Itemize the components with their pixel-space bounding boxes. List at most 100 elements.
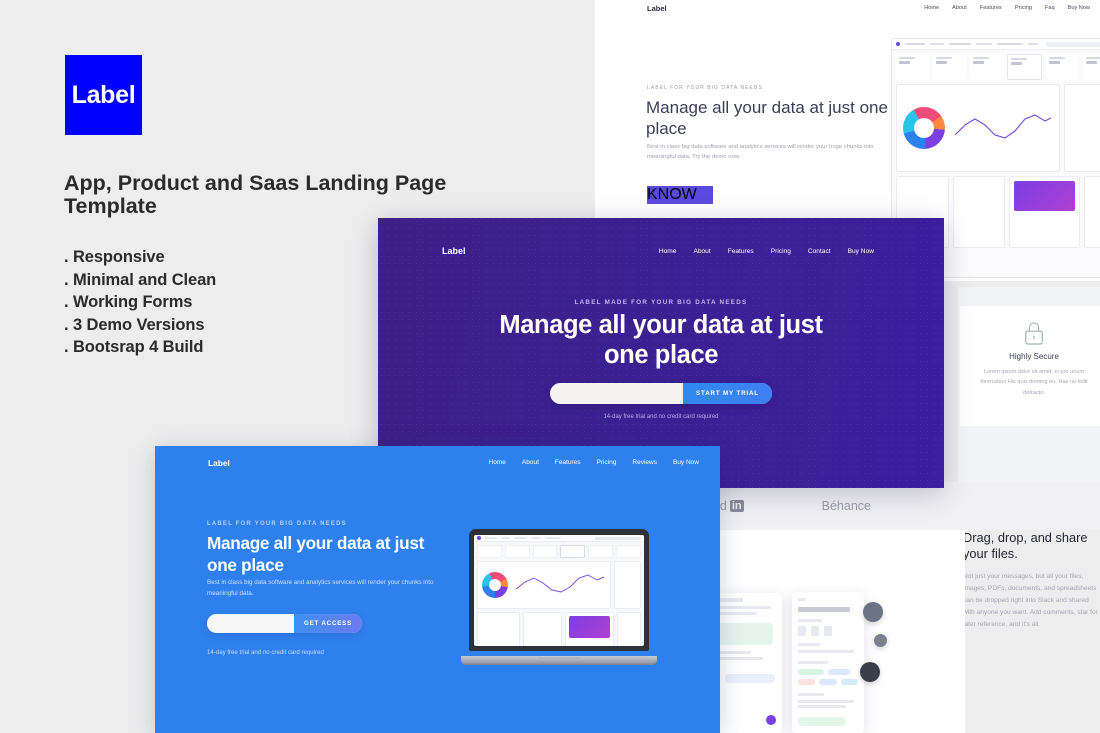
mini-bottom-row — [474, 612, 644, 646]
nav-item-pricing[interactable]: Pricing — [597, 459, 617, 466]
avatar — [874, 634, 887, 647]
kpi-card — [588, 545, 614, 558]
blue-hero-nav[interactable]: Home About Features Pricing Reviews Buy … — [489, 459, 699, 466]
email-input[interactable] — [550, 383, 683, 404]
nav-item-buy-now[interactable]: Buy Now — [848, 248, 874, 255]
email-input[interactable] — [207, 614, 294, 633]
avatar — [860, 662, 880, 682]
whitepage-headline: Manage all your data at just one place — [646, 98, 888, 139]
kpi-card — [896, 54, 929, 80]
whitepage-nav[interactable]: Home About Features Pricing Faq Buy Now — [924, 5, 1090, 11]
nav-item-home[interactable]: Home — [489, 459, 506, 466]
nav-item-buy-now[interactable]: Buy Now — [1068, 5, 1090, 11]
mini-topbar — [474, 535, 644, 542]
kpi-card — [477, 545, 502, 558]
drag-drop-title: Drag, drop, and share your files. — [963, 530, 1088, 561]
trial-signup-form[interactable]: START MY TRIAL — [550, 383, 772, 404]
purple-hero-headline: Manage all your data at just one place — [499, 311, 823, 369]
dashboard-topbar — [892, 39, 1100, 50]
calendar-card — [952, 176, 1006, 248]
credit-card-visual — [568, 616, 610, 638]
drag-drop-section: Drag, drop, and share your files. Not ju… — [963, 530, 1100, 631]
nav-item-reviews[interactable]: Reviews — [632, 459, 657, 466]
side-card — [1064, 84, 1100, 172]
nav-item-about[interactable]: About — [693, 248, 710, 255]
kpi-card — [1083, 54, 1100, 80]
access-signup-form[interactable]: GET ACCESS — [207, 614, 362, 633]
credit-cards-card — [1009, 176, 1080, 248]
stats-card — [616, 612, 641, 646]
behance-logo: Béhance — [821, 499, 871, 513]
kpi-card — [504, 545, 530, 558]
blue-hero-logo: Label — [208, 458, 230, 468]
blue-hero-card: Label Home About Features Pricing Review… — [155, 446, 720, 733]
kpi-card — [616, 545, 641, 558]
laptop-notch — [538, 657, 580, 660]
side-card — [614, 561, 641, 609]
credit-card-visual — [1014, 181, 1075, 211]
nav-item-buy-now[interactable]: Buy Now — [673, 459, 699, 466]
nav-item-home[interactable]: Home — [659, 248, 677, 255]
label-logo-badge: Label — [65, 55, 142, 135]
blue-hero-headline: Manage all your data at just one place — [207, 533, 425, 575]
screenshot-canvas: Label App, Product and Saas Landing Page… — [0, 0, 1100, 733]
dashboard-main-row — [892, 84, 1100, 176]
nav-item-contact[interactable]: Contact — [808, 248, 831, 255]
secure-copy: Lorem ipsum dolor sit amet, ei pro unum … — [980, 369, 1088, 396]
donut-chart — [482, 572, 508, 598]
label-logo-text: Label — [71, 80, 136, 109]
start-my-trial-button[interactable]: START MY TRIAL — [683, 383, 772, 404]
laptop-mockup — [461, 529, 657, 665]
get-access-button[interactable]: GET ACCESS — [294, 614, 362, 633]
nav-item-features[interactable]: Features — [728, 248, 754, 255]
chat-window-mockup — [712, 593, 782, 733]
mini-main-row — [474, 561, 644, 612]
nav-item-about[interactable]: About — [522, 459, 539, 466]
avatar — [863, 602, 883, 622]
kpi-card — [970, 54, 1003, 80]
blue-hero-note: 14-day free trial and no credit card req… — [207, 649, 324, 656]
stats-card — [1083, 176, 1100, 248]
highly-secure-card: Highly Secure Lorem ipsum dolor sit amet… — [960, 306, 1100, 426]
nav-item-home[interactable]: Home — [924, 5, 939, 11]
kpi-card — [560, 545, 586, 558]
whitepage-eyebrow: LABEL FOR YOUR BIG DATA NEEDS — [647, 85, 763, 91]
whitepage-subcopy: Best in class big data software and anal… — [647, 144, 874, 161]
recent-activities-card — [477, 612, 520, 646]
accounts-chart-card — [896, 84, 1060, 172]
kpi-card — [1007, 54, 1042, 80]
credit-cards-card — [564, 612, 614, 646]
secure-title: Highly Secure — [1009, 352, 1059, 361]
purple-hero-nav[interactable]: Home About Features Pricing Contact Buy … — [659, 248, 874, 255]
know-more-button[interactable]: KNOW MORE — [647, 186, 713, 204]
analytics-card — [477, 561, 611, 609]
calendar-card — [522, 612, 562, 646]
laptop-screen — [469, 529, 649, 651]
donut-chart — [903, 107, 945, 149]
project-card-mockup — [792, 592, 864, 733]
drag-drop-copy: Not just your messages, but all your fil… — [963, 573, 1098, 629]
lock-icon — [1025, 322, 1043, 345]
line-chart — [515, 574, 605, 593]
kpi-card — [1046, 54, 1079, 80]
kpi-card — [532, 545, 558, 558]
purple-hero-logo: Label — [442, 246, 466, 256]
kpi-card — [933, 54, 966, 80]
nav-item-features[interactable]: Features — [555, 459, 581, 466]
line-chart — [954, 114, 1052, 139]
purple-hero-eyebrow: LABEL MADE FOR YOUR BIG DATA NEEDS — [574, 299, 748, 306]
nav-item-faq[interactable]: Faq — [1045, 5, 1055, 11]
mini-kpi-row — [474, 542, 644, 561]
nav-item-features[interactable]: Features — [980, 5, 1002, 11]
nav-item-pricing[interactable]: Pricing — [1015, 5, 1032, 11]
whitepage-logo: Label — [647, 4, 667, 13]
compose-button[interactable] — [766, 715, 776, 725]
nav-item-pricing[interactable]: Pricing — [771, 248, 791, 255]
nav-item-about[interactable]: About — [952, 5, 967, 11]
page-title: App, Product and Saas Landing Page Templ… — [64, 171, 447, 219]
dashboard-logo-icon — [896, 42, 900, 46]
dashboard-kpi-row — [892, 50, 1100, 84]
linkedin-in-icon: in — [729, 500, 744, 512]
blue-hero-eyebrow: LABEL FOR YOUR BIG DATA NEEDS — [207, 521, 347, 527]
laptop-dashboard — [474, 535, 644, 646]
